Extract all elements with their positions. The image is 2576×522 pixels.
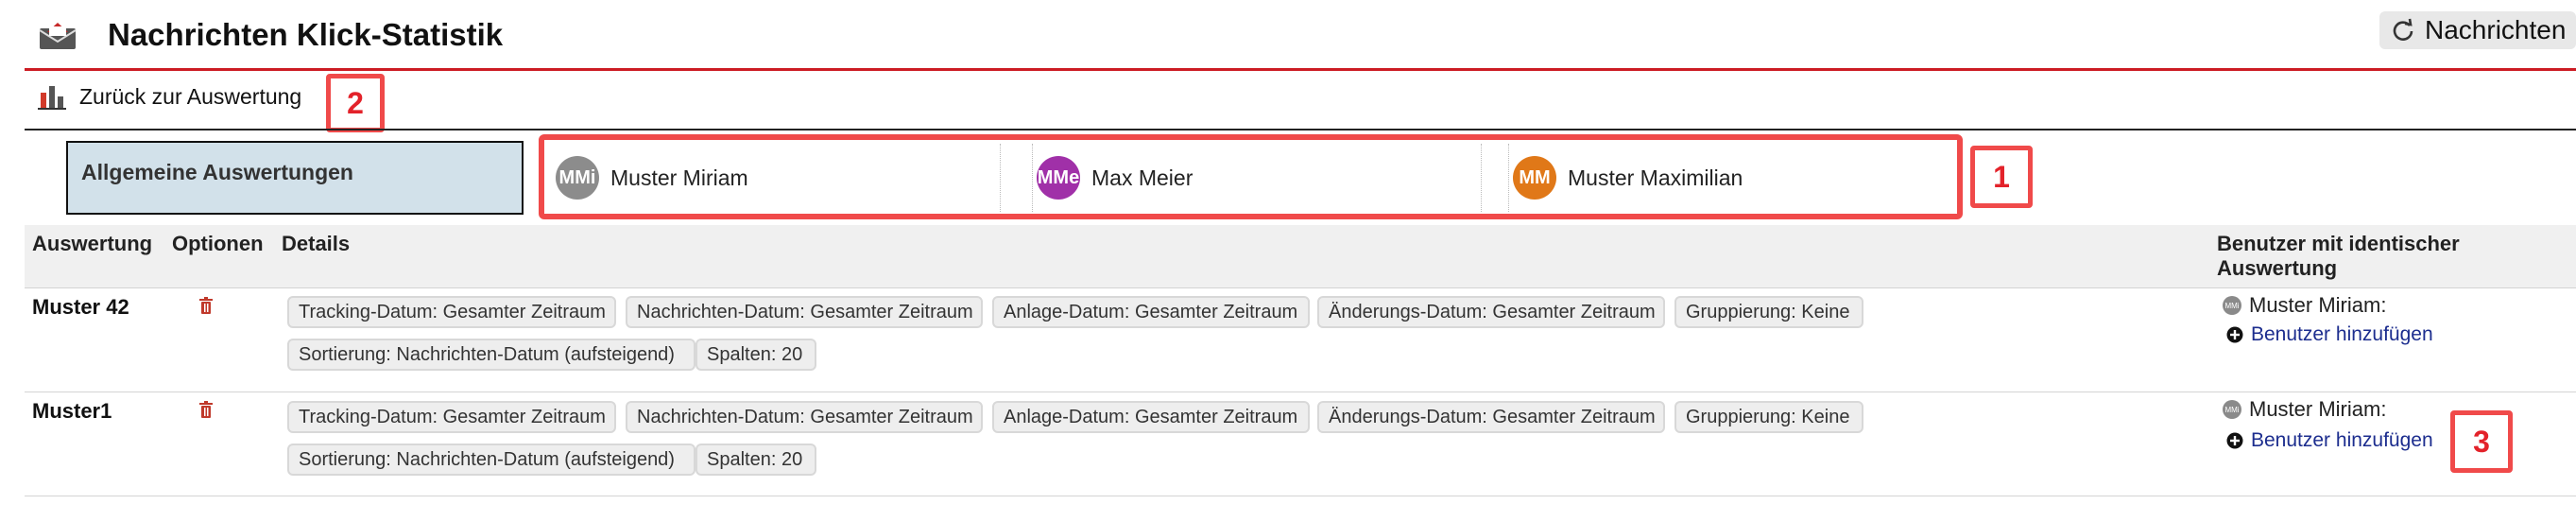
reload-label: Nachrichten — [2425, 15, 2567, 44]
column-header-line: Benutzer mit identischer — [2217, 232, 2460, 255]
filter-chip: Gruppierung: Keine — [1674, 296, 1863, 328]
add-user-link[interactable]: Benutzer hinzufügen — [2226, 323, 2433, 346]
avatar: MMi — [2223, 296, 2241, 315]
column-header-details: Details — [282, 232, 351, 255]
column-header-same-users: Benutzer mit identischer Auswertung — [2217, 232, 2460, 281]
row-name: Muster 42 — [32, 295, 129, 319]
annotation-box-1 — [539, 134, 1963, 219]
row-name: Muster1 — [32, 399, 112, 423]
filter-chip: Tracking-Datum: Gesamter Zeitraum — [287, 401, 616, 433]
filter-chip: Nachrichten-Datum: Gesamter Zeitraum — [626, 296, 983, 328]
trash-icon[interactable] — [198, 297, 214, 314]
plus-circle-icon — [2226, 326, 2243, 343]
add-user-label: Benutzer hinzufügen — [2251, 323, 2433, 345]
same-user-name: Muster Miriam: — [2249, 293, 2387, 317]
plus-circle-icon — [2226, 432, 2243, 449]
column-header-options: Optionen — [172, 232, 264, 255]
annotation-2: 2 — [326, 74, 385, 132]
filter-chip: Spalten: 20 — [696, 444, 816, 476]
add-user-link[interactable]: Benutzer hinzufügen — [2226, 429, 2433, 452]
filter-chip: Änderungs-Datum: Gesamter Zeitraum — [1317, 401, 1665, 433]
toolbar-divider — [25, 129, 2576, 130]
reload-messages-button[interactable]: Nachrichten — [2379, 11, 2576, 49]
header-divider — [25, 68, 2576, 71]
avatar: MMi — [2223, 400, 2241, 419]
filter-chip: Nachrichten-Datum: Gesamter Zeitraum — [626, 401, 983, 433]
filter-chip: Gruppierung: Keine — [1674, 401, 1863, 433]
tab-general-evaluations[interactable]: Allgemeine Auswertungen — [66, 141, 524, 215]
filter-chip: Änderungs-Datum: Gesamter Zeitraum — [1317, 296, 1665, 328]
same-user-name: Muster Miriam: — [2249, 397, 2387, 421]
filter-chip: Spalten: 20 — [696, 339, 816, 371]
row-divider — [25, 287, 2576, 288]
same-user-entry: MMi Muster Miriam: — [2223, 293, 2386, 318]
table-header — [25, 225, 2576, 287]
bar-chart-icon — [38, 86, 66, 110]
filter-chip: Anlage-Datum: Gesamter Zeitraum — [992, 296, 1310, 328]
annotation-3: 3 — [2450, 410, 2513, 473]
column-header-line: Auswertung — [2217, 256, 2338, 280]
back-link-label: Zurück zur Auswertung — [79, 83, 302, 109]
filter-chip: Tracking-Datum: Gesamter Zeitraum — [287, 296, 616, 328]
add-user-label: Benutzer hinzufügen — [2251, 429, 2433, 451]
mail-icon — [39, 23, 77, 49]
filter-chip: Anlage-Datum: Gesamter Zeitraum — [992, 401, 1310, 433]
trash-icon[interactable] — [198, 401, 214, 418]
annotation-1: 1 — [1970, 146, 2033, 208]
reload-icon — [2393, 18, 2413, 41]
filter-chip: Sortierung: Nachrichten-Datum (aufsteige… — [287, 339, 696, 371]
back-to-evaluation-link[interactable]: Zurück zur Auswertung — [38, 83, 301, 110]
filter-chip: Sortierung: Nachrichten-Datum (aufsteige… — [287, 444, 696, 476]
same-user-entry: MMi Muster Miriam: — [2223, 397, 2386, 422]
column-header-evaluation: Auswertung — [32, 232, 153, 255]
page-title: Nachrichten Klick-Statistik — [108, 17, 504, 52]
